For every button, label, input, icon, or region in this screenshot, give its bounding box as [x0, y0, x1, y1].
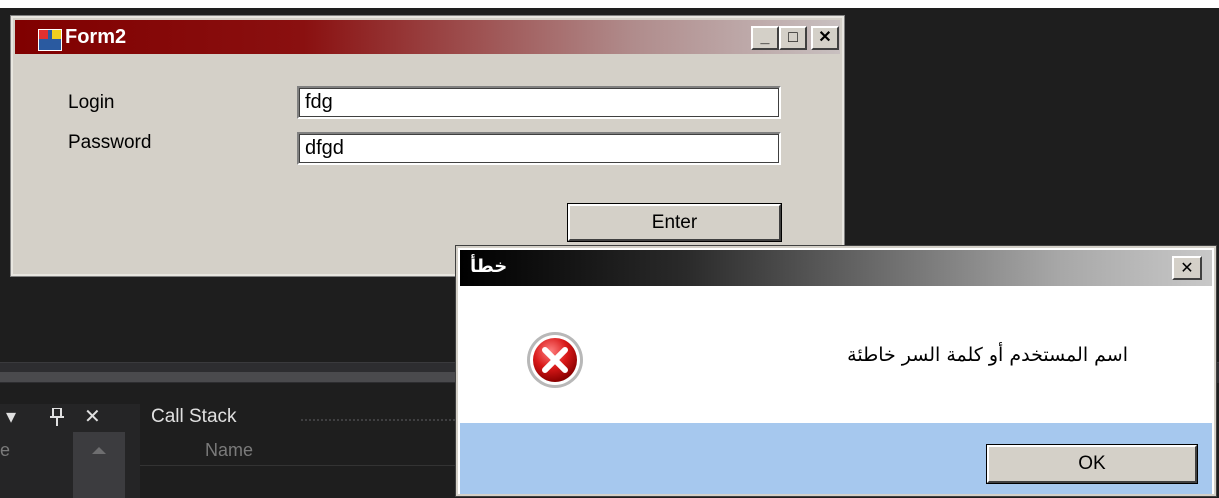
login-input[interactable]: [297, 86, 781, 119]
pin-icon[interactable]: [50, 404, 64, 431]
drag-handle[interactable]: [300, 418, 460, 422]
error-message: اسم المستخدم أو كلمة السر خاطئة: [847, 344, 1128, 366]
close-button[interactable]: ✕: [811, 26, 839, 50]
dialog-close-button[interactable]: ✕: [1172, 256, 1202, 280]
app-icon[interactable]: [38, 29, 62, 51]
form2-window: Form2 _ □ ✕ Login Password Enter: [10, 15, 845, 277]
dialog-titlebar[interactable]: خطأ ✕: [460, 250, 1212, 286]
error-icon: [527, 332, 583, 388]
error-dialog: خطأ ✕ اسم المستخدم أو كلمة السر خاطئة OK: [455, 245, 1217, 497]
close-pane-icon[interactable]: ✕: [84, 404, 101, 428]
dialog-title: خطأ: [470, 256, 508, 277]
scroll-up-button[interactable]: [73, 432, 125, 498]
form2-titlebar[interactable]: Form2 _ □ ✕: [15, 20, 840, 54]
maximize-icon: □: [788, 29, 798, 46]
login-label: Login: [68, 92, 115, 113]
ide-splitter-bar: [0, 372, 470, 382]
dropdown-arrow-icon[interactable]: ▾: [6, 404, 16, 428]
enter-button[interactable]: Enter: [567, 203, 782, 242]
password-label: Password: [68, 132, 152, 153]
up-arrow-icon: [92, 447, 106, 454]
close-icon: ✕: [1180, 258, 1194, 277]
window-title: Form2: [65, 26, 127, 48]
column-divider: [140, 465, 460, 466]
left-pane-column-header: e: [0, 440, 11, 460]
minimize-icon: _: [760, 29, 770, 46]
dialog-footer: OK: [460, 423, 1212, 494]
name-column-header[interactable]: Name: [205, 440, 253, 461]
password-input[interactable]: [297, 132, 781, 165]
maximize-button[interactable]: □: [779, 26, 807, 50]
ok-button[interactable]: OK: [986, 444, 1198, 484]
minimize-button[interactable]: _: [751, 26, 779, 50]
close-icon: ✕: [818, 29, 832, 46]
callstack-tab-title[interactable]: Call Stack: [151, 406, 237, 428]
